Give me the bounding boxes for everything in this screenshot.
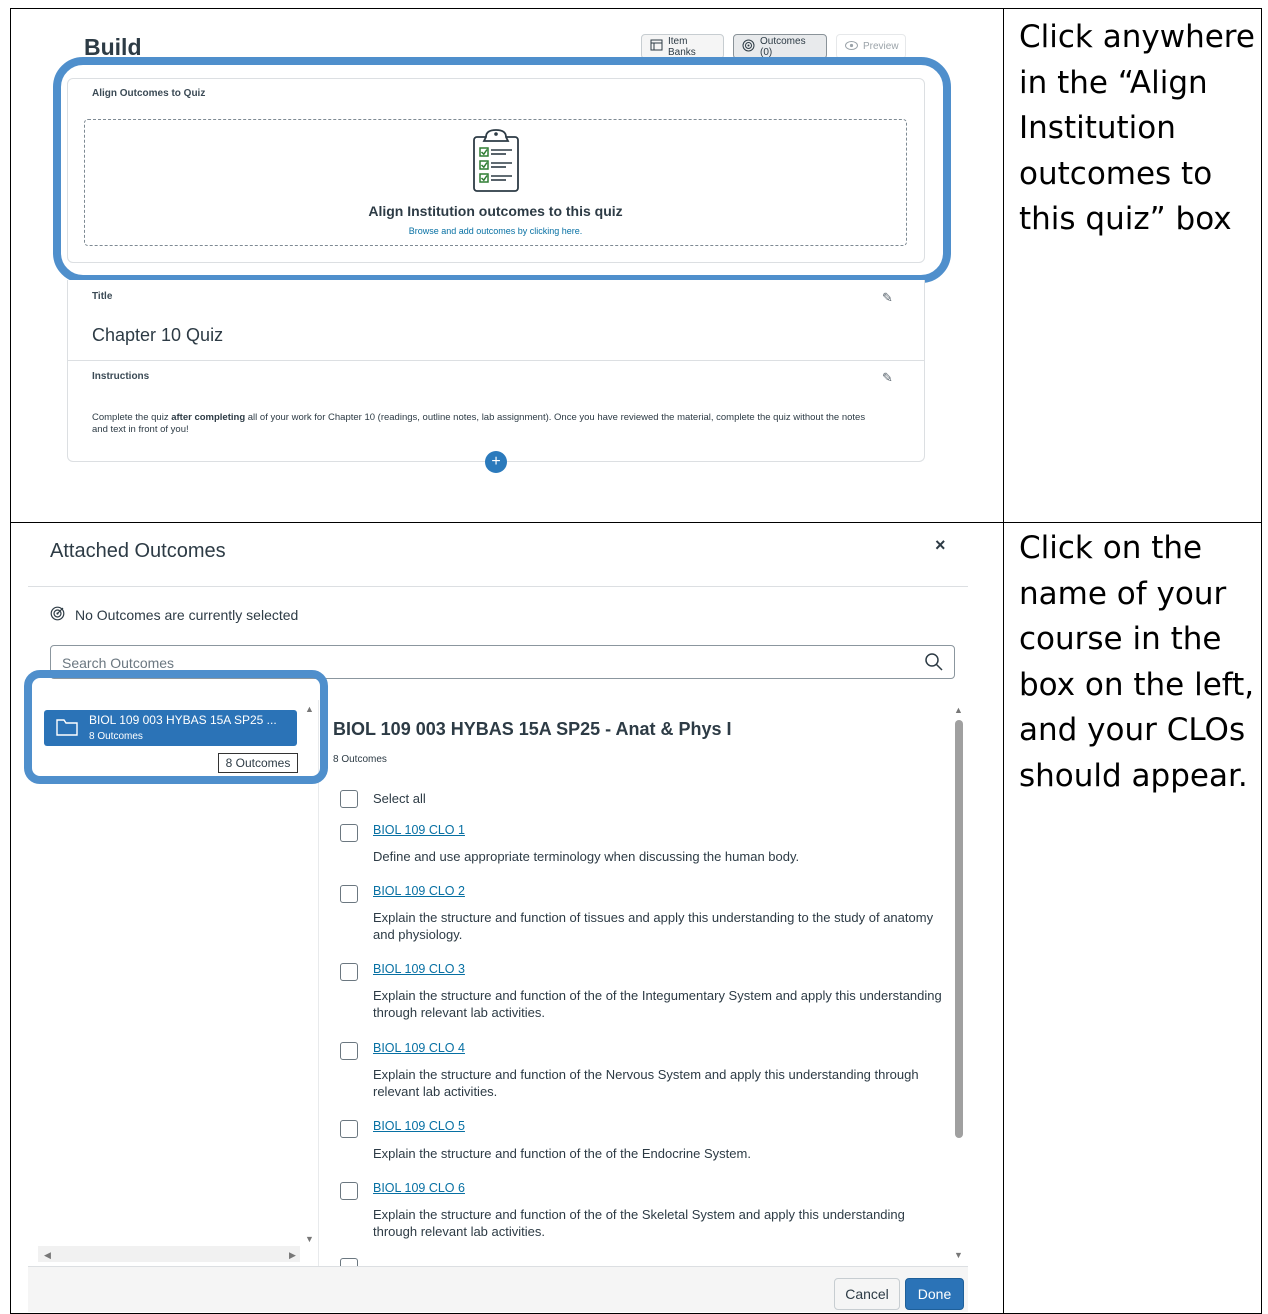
item-banks-label: Item Banks — [668, 35, 696, 58]
outcome-checkbox[interactable] — [340, 1182, 358, 1200]
outcome-checkbox[interactable] — [340, 1042, 358, 1060]
search-input[interactable] — [62, 655, 862, 671]
outcome-group-title: BIOL 109 003 HYBAS 15A SP25 - Anat & Phy… — [333, 719, 732, 739]
outcome-link[interactable]: BIOL 109 CLO 3 — [373, 962, 465, 976]
outcome-checkbox[interactable] — [340, 1120, 358, 1138]
item-banks-icon — [650, 39, 663, 54]
vertical-scrollbar[interactable] — [955, 720, 963, 1138]
instruction-line: course in the — [1019, 621, 1222, 657]
scroll-down-arrow[interactable]: ▼ — [954, 1250, 963, 1260]
instruction-line: in the “Align — [1019, 64, 1208, 101]
table-column-divider — [1003, 8, 1004, 1314]
outcome-description: Explain the structure and function of th… — [373, 1207, 905, 1239]
instruction-line: and your CLOs — [1019, 712, 1246, 748]
close-icon[interactable]: × — [935, 535, 946, 556]
search-icon[interactable] — [924, 652, 944, 677]
instruction-line: name of your — [1019, 575, 1227, 612]
item-banks-button[interactable]: Item Banks — [641, 34, 724, 59]
outcome-description: Explain the structure and function of ti… — [373, 910, 934, 942]
add-question-button[interactable]: + — [485, 451, 507, 473]
outcome-description: Explain the structure and function of th… — [373, 988, 942, 1020]
horizontal-scrollbar[interactable] — [38, 1246, 300, 1262]
instruction-line: should appear. — [1019, 757, 1248, 794]
instruction-line: box on the left, — [1019, 666, 1255, 703]
scroll-left-arrow[interactable]: ◀ — [44, 1250, 51, 1261]
instruction-step-2: Click on the name of your course in the … — [1019, 526, 1255, 799]
outcome-link[interactable]: BIOL 109 CLO 1 — [373, 823, 465, 837]
title-label: Title — [92, 291, 113, 302]
table-row-divider — [10, 522, 1262, 523]
highlight-ring-align-outcomes — [53, 57, 951, 283]
highlight-ring-course-folder — [24, 670, 328, 784]
outcome-link[interactable]: BIOL 109 CLO 5 — [373, 1119, 465, 1133]
outcome-group-count: 8 Outcomes — [333, 754, 387, 765]
preview-label: Preview — [863, 41, 899, 52]
modal-title: Attached Outcomes — [50, 540, 226, 562]
target-icon — [50, 606, 65, 624]
selection-status-text: No Outcomes are currently selected — [75, 607, 299, 623]
selection-status: No Outcomes are currently selected — [50, 606, 298, 624]
instructions-label: Instructions — [92, 371, 150, 382]
instructions-bold-text: after completing — [171, 412, 246, 423]
instruction-line: Click on the — [1019, 530, 1203, 566]
preview-button[interactable]: Preview — [836, 34, 906, 59]
outcome-checkbox[interactable] — [340, 885, 358, 903]
quiz-title: Chapter 10 Quiz — [92, 325, 224, 345]
pencil-icon[interactable]: ✎ — [882, 290, 893, 306]
instruction-line: this quiz” box — [1019, 201, 1232, 237]
scroll-right-arrow[interactable]: ▶ — [289, 1250, 296, 1261]
outcomes-label: Outcomes (0) — [760, 35, 806, 58]
select-all-checkbox[interactable] — [340, 790, 358, 808]
modal-header-divider — [28, 586, 968, 587]
instruction-line: Click anywhere — [1019, 19, 1255, 55]
done-button[interactable]: Done — [905, 1278, 964, 1310]
instruction-step-1: Click anywhere in the “Align Institution… — [1019, 15, 1255, 243]
select-all-label: Select all — [373, 791, 426, 806]
cancel-button[interactable]: Cancel — [834, 1278, 900, 1310]
outcome-description: Explain the structure and function of th… — [373, 1146, 751, 1161]
preview-eye-icon — [845, 40, 858, 53]
pane-divider — [318, 700, 319, 1266]
outcome-link[interactable]: BIOL 109 CLO 2 — [373, 884, 465, 898]
scroll-up-arrow[interactable]: ▲ — [954, 705, 963, 715]
section-divider — [68, 360, 924, 361]
outcome-checkbox[interactable] — [340, 824, 358, 842]
outcome-link[interactable]: BIOL 109 CLO 6 — [373, 1181, 465, 1195]
outcome-description: Explain the structure and function of th… — [373, 1067, 919, 1099]
scroll-down-arrow[interactable]: ▼ — [305, 1234, 314, 1244]
outcome-description: Define and use appropriate terminology w… — [373, 849, 800, 864]
pencil-icon[interactable]: ✎ — [882, 370, 893, 386]
outcomes-button[interactable]: Outcomes (0) — [733, 34, 827, 59]
outcome-checkbox[interactable] — [340, 963, 358, 981]
outcome-link[interactable]: BIOL 109 CLO 4 — [373, 1041, 465, 1055]
quiz-instructions: Complete the quiz after completing all o… — [92, 412, 872, 436]
outcomes-target-icon — [742, 39, 755, 55]
outcome-checkbox-partial[interactable] — [340, 1258, 358, 1266]
instruction-line: outcomes to — [1019, 155, 1213, 192]
modal-footer — [28, 1266, 968, 1312]
instruction-line: Institution — [1019, 110, 1176, 146]
instructions-text: Complete the quiz — [92, 412, 172, 423]
